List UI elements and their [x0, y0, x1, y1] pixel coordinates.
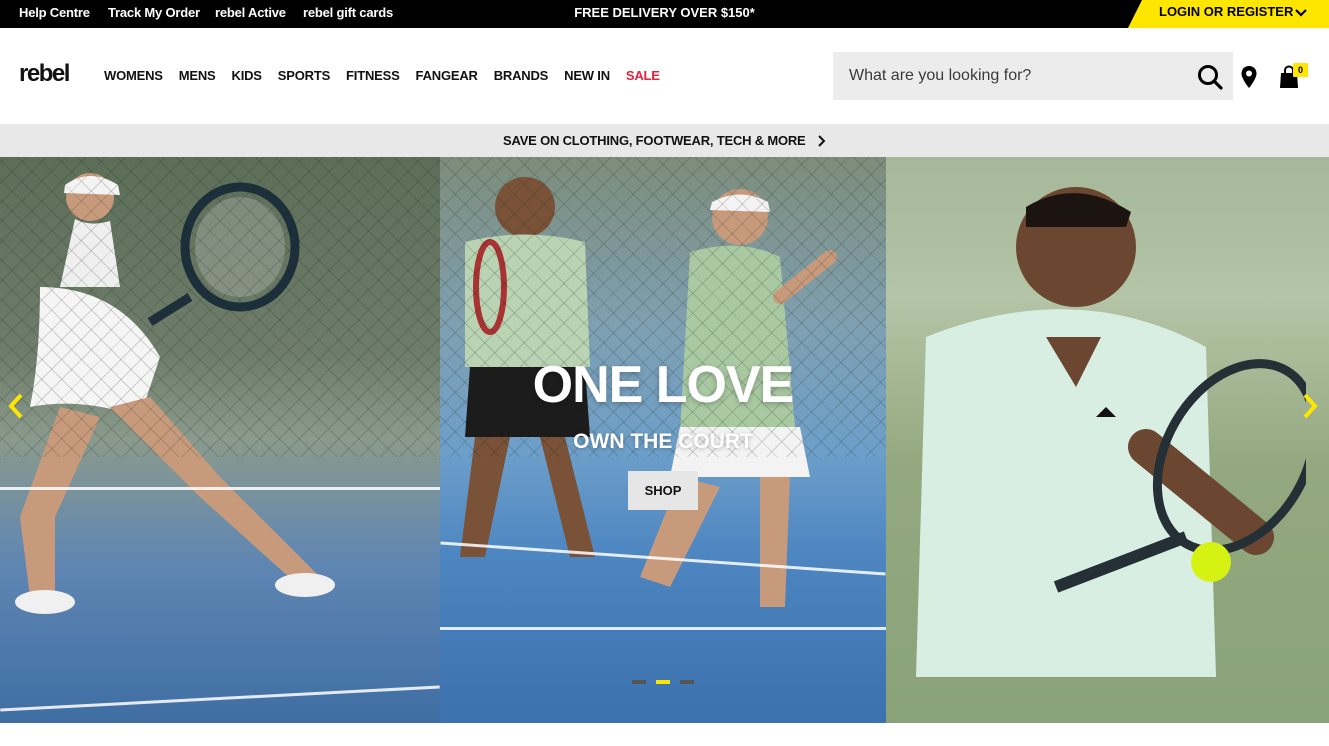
hero-title: ONE LOVE — [532, 356, 795, 414]
main-nav: WOMENS MENS KIDS SPORTS FITNESS FANGEAR … — [104, 68, 676, 84]
store-locator-icon[interactable] — [1240, 65, 1258, 89]
bag-count-badge: 0 — [1293, 63, 1308, 77]
nav-new-in[interactable]: NEW IN — [564, 68, 610, 84]
hero-subtitle: OWN THE COURT — [573, 430, 753, 453]
carousel-dot-1[interactable] — [632, 680, 646, 684]
utility-bar: Help Centre Track My Order rebel Active … — [0, 0, 1329, 28]
hero-image-right — [886, 157, 1329, 723]
chevron-down-icon — [1295, 9, 1307, 17]
search-bar — [833, 52, 1233, 100]
gift-cards-link[interactable]: rebel gift cards — [303, 0, 393, 28]
carousel-dot-3[interactable] — [680, 680, 694, 684]
hero-image-left — [0, 157, 440, 723]
main-header: rebel WOMENS MENS KIDS SPORTS FITNESS FA… — [0, 28, 1329, 124]
track-order-link[interactable]: Track My Order — [108, 0, 200, 28]
nav-fangear[interactable]: FANGEAR — [416, 68, 478, 84]
arrow-right-icon[interactable] — [1298, 391, 1322, 421]
search-icon[interactable] — [1197, 64, 1223, 90]
nav-fitness[interactable]: FITNESS — [346, 68, 400, 84]
nav-kids[interactable]: KIDS — [232, 68, 262, 84]
nav-mens[interactable]: MENS — [179, 68, 216, 84]
promo-strip-text: SAVE ON CLOTHING, FOOTWEAR, TECH & MORE — [503, 133, 806, 148]
help-centre-link[interactable]: Help Centre — [19, 0, 90, 28]
nav-brands[interactable]: BRANDS — [494, 68, 549, 84]
carousel-dots — [632, 680, 694, 684]
nav-sale[interactable]: SALE — [626, 68, 660, 84]
tennis-player-man-image — [916, 187, 1320, 677]
search-input[interactable] — [833, 52, 1185, 100]
promo-strip[interactable]: SAVE ON CLOTHING, FOOTWEAR, TECH & MORE — [0, 124, 1329, 157]
rebel-active-link[interactable]: rebel Active — [215, 0, 286, 28]
shop-button[interactable]: SHOP — [628, 471, 698, 510]
hero-carousel: ONE LOVE OWN THE COURT SHOP — [0, 157, 1329, 723]
rebel-logo[interactable]: rebel — [19, 61, 70, 87]
nav-womens[interactable]: WOMENS — [104, 68, 163, 84]
chevron-right-icon — [818, 135, 826, 147]
login-register-button[interactable]: LOGIN OR REGISTER — [1128, 0, 1329, 28]
carousel-dot-2[interactable] — [656, 680, 670, 684]
login-register-label: LOGIN OR REGISTER — [1159, 4, 1294, 19]
arrow-left-icon[interactable] — [4, 391, 28, 421]
nav-sports[interactable]: SPORTS — [278, 68, 330, 84]
